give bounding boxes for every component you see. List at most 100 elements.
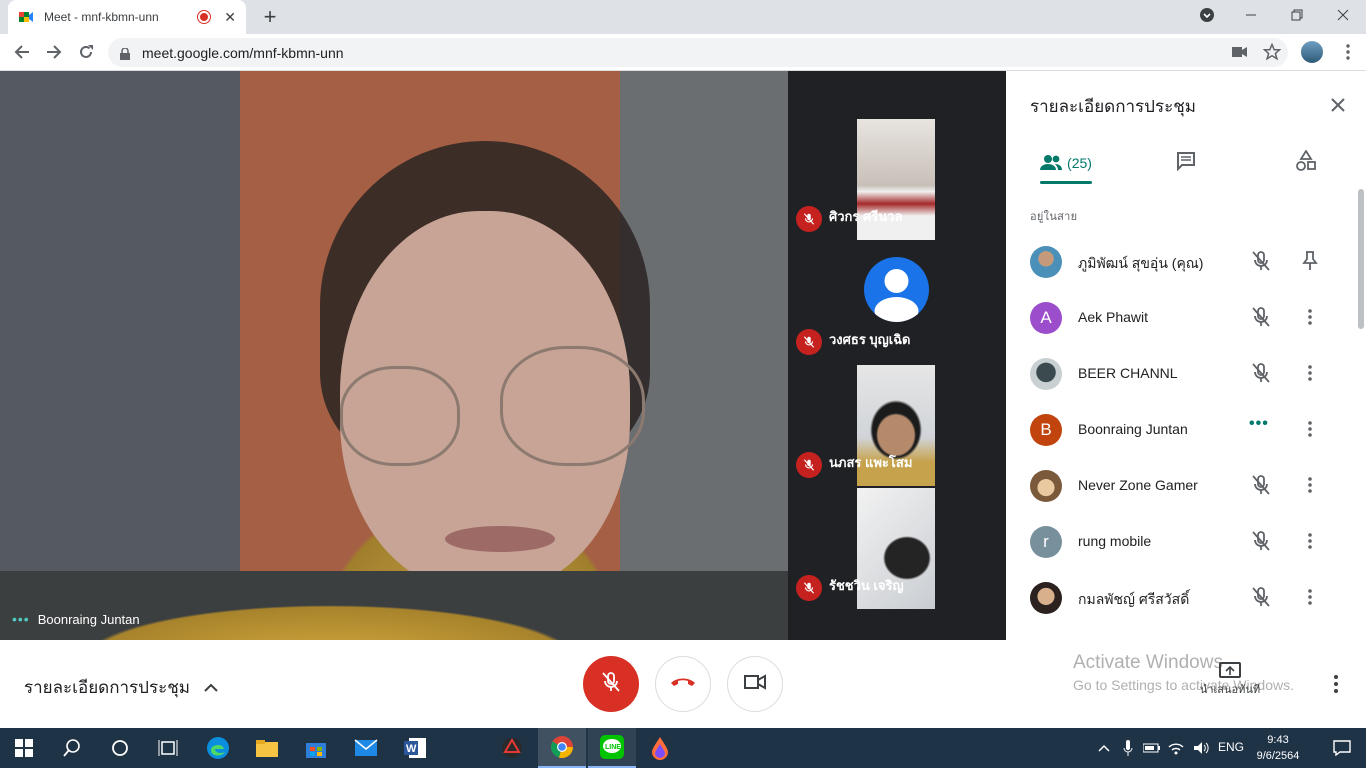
mail-icon[interactable] [342,728,390,768]
participant-name: Boonraing Juntan [1078,421,1188,437]
list-item[interactable]: ภูมิพัฒน์ สุขอุ่น (คุณ) [1006,233,1358,289]
tab-people[interactable]: (25) [1040,143,1092,183]
battery-icon[interactable] [1140,728,1164,768]
present-now-button[interactable]: นำเสนอทันที [1196,662,1264,698]
phone-hangup-icon [670,675,696,693]
browser-tab[interactable]: Meet - mnf-kbmn-unn ✕ [8,0,246,34]
close-panel-icon[interactable] [1326,93,1350,117]
close-tab-icon[interactable]: ✕ [224,9,236,26]
list-item[interactable]: r rung mobile [1006,513,1358,569]
avatar: r [1030,526,1062,558]
mic-off-icon [796,452,822,478]
more-options-icon[interactable] [1298,417,1322,441]
tile-name: ศิวกร ศรีนวล [829,209,903,224]
camera-in-use-icon[interactable] [1228,40,1252,64]
list-item[interactable]: BEER CHANNL [1006,345,1358,401]
camera-toggle-button[interactable] [727,656,783,712]
pin-icon[interactable] [1298,249,1322,273]
tab-search-icon[interactable] [1184,0,1230,30]
clock[interactable]: 9:43 9/6/2564 [1252,732,1304,764]
chat-icon [1176,151,1196,176]
list-item[interactable]: A Aek Phawit [1006,289,1358,345]
participant-tile[interactable]: ศิวกร ศรีนวล [788,119,1006,240]
browser-menu-icon[interactable] [1336,40,1360,64]
participant-name: rung mobile [1078,533,1152,549]
more-options-icon[interactable] [1324,672,1348,696]
bottom-control-bar: รายละเอียดการประชุม Activate Windows Go … [0,640,1366,728]
video-content-shirt [0,571,788,640]
people-count: (25) [1067,155,1092,171]
wifi-icon[interactable] [1164,728,1188,768]
url-text: meet.google.com/mnf-kbmn-unn [142,44,344,61]
list-item[interactable]: Never Zone Gamer [1006,457,1358,513]
new-tab-button[interactable]: + [258,4,282,30]
tab-chat[interactable] [1172,143,1200,183]
panel-title: รายละเอียดการประชุม [1030,97,1196,116]
leave-call-button[interactable] [655,656,711,712]
more-options-icon[interactable] [1298,473,1322,497]
edge-browser-icon[interactable] [194,728,242,768]
mic-muted-icon [1249,529,1273,553]
participant-tile[interactable]: วงศธร บุญเฉิด [788,242,1006,363]
mic-off-icon [796,206,822,232]
present-screen-icon [1219,662,1241,678]
participant-name: ภูมิพัฒน์ สุขอุ่น (คุณ) [1078,255,1204,271]
chevron-up-icon[interactable] [1092,728,1116,768]
bookmark-star-icon[interactable] [1260,40,1284,64]
participant-tile[interactable]: รัชชวิน เจริญ [788,488,1006,609]
file-explorer-icon[interactable] [243,728,291,768]
paint-drop-icon[interactable] [636,728,684,768]
avatar [1030,246,1062,278]
word-icon[interactable]: W [391,728,439,768]
speaking-indicator-icon: ••• [12,611,30,627]
more-options-icon[interactable] [1298,361,1322,385]
tab-activities[interactable] [1292,143,1320,183]
reload-icon[interactable] [74,40,98,64]
app-red-icon[interactable] [488,728,536,768]
input-language[interactable]: ENG [1218,740,1244,754]
line-app-icon[interactable]: LINE [588,728,636,768]
participant-name: BEER CHANNL [1078,365,1178,381]
mic-muted-icon [1249,305,1273,329]
tile-name: นภสร แพะโสม [829,455,913,470]
video-content-glasses-right [500,346,645,466]
mic-muted-icon [1249,585,1273,609]
participant-tile[interactable]: นภสร แพะโสม [788,365,1006,486]
more-options-icon[interactable] [1298,585,1322,609]
volume-icon[interactable] [1188,728,1214,768]
windows-start-icon[interactable] [0,728,48,768]
task-view-icon[interactable] [144,728,192,768]
list-item[interactable]: B Boonraing Juntan ••• [1006,401,1358,457]
tile-name: วงศธร บุญเฉิด [829,332,911,347]
mic-muted-icon [1249,361,1273,385]
tile-name: รัชชวิน เจริญ [829,578,904,593]
main-speaker-video[interactable]: ••• Boonraing Juntan [0,71,788,640]
video-camera-icon [744,673,766,695]
forward-arrow-icon[interactable] [42,40,66,64]
back-arrow-icon[interactable] [10,40,34,64]
store-icon[interactable] [292,728,340,768]
more-options-icon[interactable] [1298,529,1322,553]
search-icon[interactable] [48,728,96,768]
chevron-up-icon [204,683,218,692]
browser-tab-strip: Meet - mnf-kbmn-unn ✕ + [0,0,1366,34]
chrome-icon[interactable] [538,728,586,768]
mic-toggle-button[interactable] [583,656,639,712]
notification-center-icon[interactable] [1318,728,1366,768]
profile-avatar[interactable] [1301,41,1323,63]
close-window-button[interactable] [1320,0,1366,30]
participant-list: ภูมิพัฒน์ สุขอุ่น (คุณ) A Aek Phawit BEE… [1006,233,1358,640]
microphone-icon[interactable] [1116,728,1140,768]
list-item[interactable]: กมลพัชญ์ ศรีสวัสดิ์ [1006,569,1358,625]
meeting-details-toggle[interactable]: รายละเอียดการประชุม [24,674,218,701]
mic-off-icon [796,329,822,355]
cortana-icon[interactable] [96,728,144,768]
more-options-icon[interactable] [1298,305,1322,329]
meeting-stage: ••• Boonraing Juntan ศิวกร ศรีนวล วงศธร … [0,71,1006,640]
mic-muted-icon [1249,249,1273,273]
mic-off-icon [796,575,822,601]
minimize-button[interactable] [1228,0,1274,30]
url-input[interactable]: meet.google.com/mnf-kbmn-unn [108,38,1288,67]
panel-scrollbar[interactable] [1358,189,1364,329]
restore-button[interactable] [1274,0,1320,30]
